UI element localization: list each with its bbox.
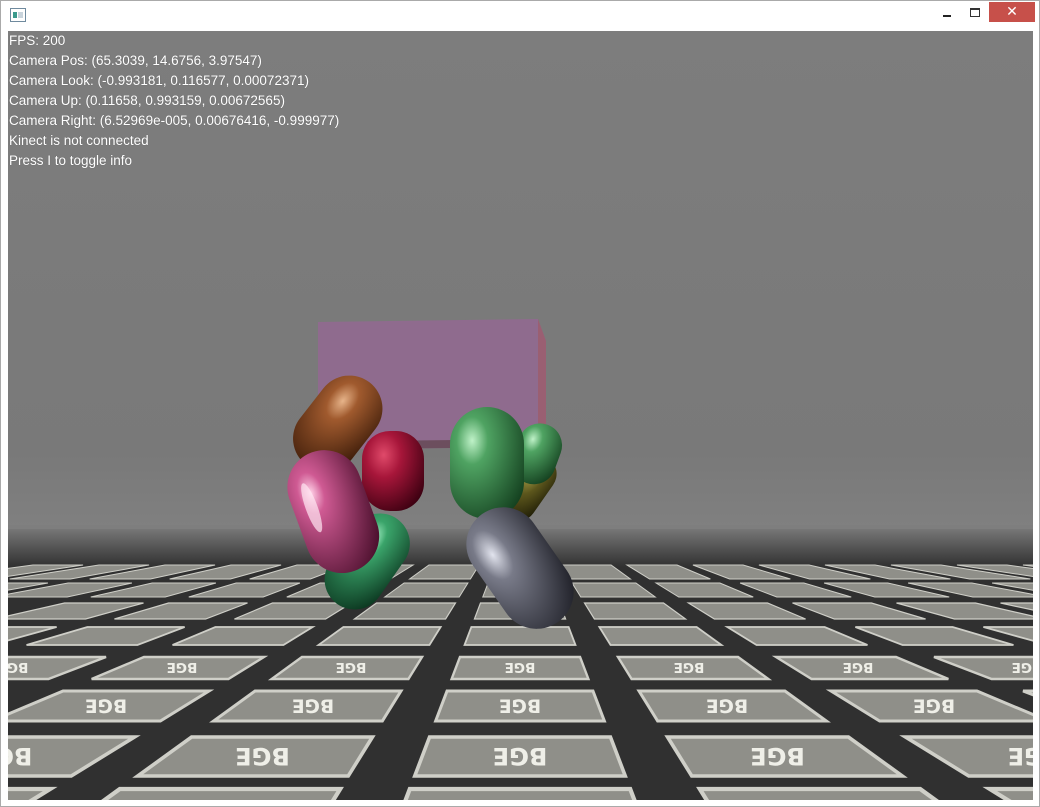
- floor-tile-logo: BGE: [336, 659, 367, 675]
- floor-tile-logo: BGE: [750, 742, 805, 770]
- camera-pos-readout: Camera Pos: (65.3039, 14.6756, 3.97547): [9, 53, 262, 68]
- floor-tile-logo: BGE: [802, 794, 861, 800]
- floor-tile-logo: BGE: [499, 694, 541, 715]
- fps-readout: FPS: 200: [9, 33, 66, 48]
- floor-tile: [463, 626, 577, 646]
- floor-tile-logo: BGE: [913, 694, 955, 715]
- camera-look-readout: Camera Look: (-0.993181, 0.116577, 0.000…: [9, 73, 309, 88]
- maximize-button[interactable]: [961, 2, 989, 22]
- floor-tile-logo: BGE: [8, 659, 28, 675]
- floor-tile-logo: BGE: [674, 659, 705, 675]
- app-window: ✕ B BGE BGE BGE BGE BGE GE BGE BGE BGE B…: [0, 0, 1040, 807]
- toggle-info-hint: Press I to toggle info: [9, 153, 133, 168]
- floor-tile-logo: BGE: [292, 694, 334, 715]
- floor-tile-logo: BGE: [8, 742, 32, 770]
- camera-up-readout: Camera Up: (0.11658, 0.993159, 0.0067256…: [9, 93, 285, 108]
- floor-tile-logo: BGE: [85, 694, 127, 715]
- floor-tile-logo: BGE: [1012, 659, 1033, 675]
- render-viewport[interactable]: BGE BGE BGE BGE BGE BGE BGE BGE BGE BGE BGE BGE BGE B…: [8, 31, 1033, 800]
- app-window-icon[interactable]: [10, 8, 26, 22]
- floor-tile-logo: BGE: [505, 659, 536, 675]
- red-capsule: [362, 431, 424, 511]
- floor-tile-logo: BGE: [180, 794, 239, 800]
- debug-info-overlay: FPS: 200 Camera Pos: (65.3039, 14.6756, …: [9, 31, 339, 171]
- floor-tile-logo: BGE: [493, 742, 548, 770]
- close-button[interactable]: ✕: [989, 2, 1035, 22]
- green-capsule-front: [450, 407, 524, 519]
- maximize-icon: [970, 7, 980, 17]
- minimize-icon: [943, 15, 951, 17]
- floor-tile-logo: BGE: [491, 794, 550, 800]
- camera-right-readout: Camera Right: (6.52969e-005, 0.00676416,…: [9, 113, 340, 128]
- close-icon: ✕: [1006, 4, 1018, 20]
- floor-tile-logo: BGE: [843, 659, 874, 675]
- floor-tile-logo: BGE: [1008, 742, 1033, 770]
- minimize-button[interactable]: [933, 2, 961, 22]
- floor-tile-logo: BGE: [167, 659, 198, 675]
- kinect-status: Kinect is not connected: [9, 133, 149, 148]
- title-bar[interactable]: ✕: [1, 1, 1039, 31]
- floor-tile-logo: BGE: [235, 742, 290, 770]
- floor-tile-logo: BGE: [706, 694, 748, 715]
